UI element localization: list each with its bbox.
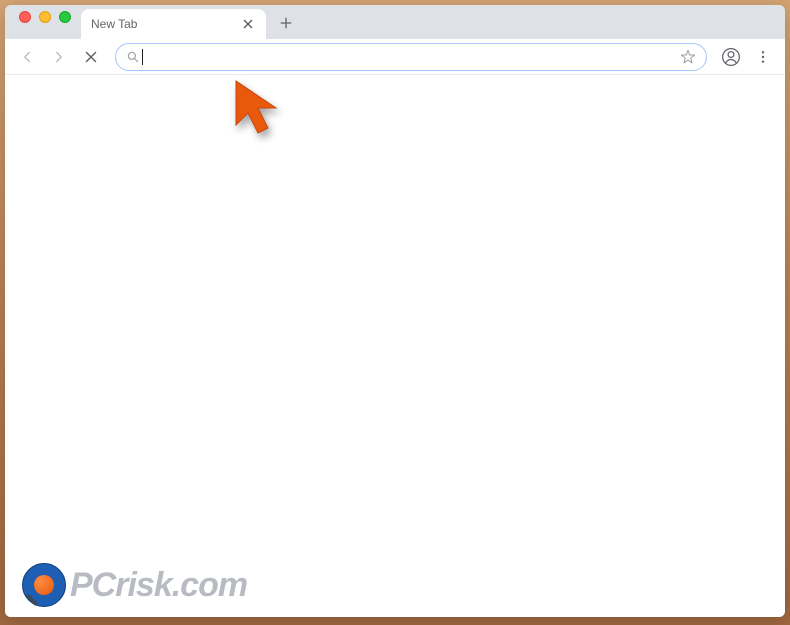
- desktop-background: New Tab: [0, 0, 790, 625]
- tab-bar: New Tab: [5, 5, 785, 39]
- kebab-menu-button[interactable]: [749, 43, 777, 71]
- address-bar[interactable]: [115, 43, 707, 71]
- watermark-text: PCrisk.com: [70, 566, 247, 605]
- back-button[interactable]: [13, 43, 41, 71]
- window-minimize-button[interactable]: [39, 11, 51, 23]
- watermark: PCrisk.com: [22, 563, 247, 607]
- url-input[interactable]: [143, 49, 680, 65]
- search-icon: [126, 50, 140, 64]
- close-icon[interactable]: [240, 16, 256, 32]
- profile-button[interactable]: [717, 43, 745, 71]
- tab-title: New Tab: [91, 17, 240, 31]
- stop-reload-button[interactable]: [77, 43, 105, 71]
- toolbar: [5, 39, 785, 75]
- watermark-logo-icon: [22, 563, 66, 607]
- new-tab-button[interactable]: [272, 9, 300, 37]
- bookmark-star-icon[interactable]: [680, 49, 696, 65]
- window-controls: [13, 11, 77, 33]
- forward-button[interactable]: [45, 43, 73, 71]
- browser-tab[interactable]: New Tab: [81, 9, 266, 39]
- page-content: [5, 75, 785, 617]
- window-close-button[interactable]: [19, 11, 31, 23]
- window-maximize-button[interactable]: [59, 11, 71, 23]
- browser-window: New Tab: [5, 5, 785, 617]
